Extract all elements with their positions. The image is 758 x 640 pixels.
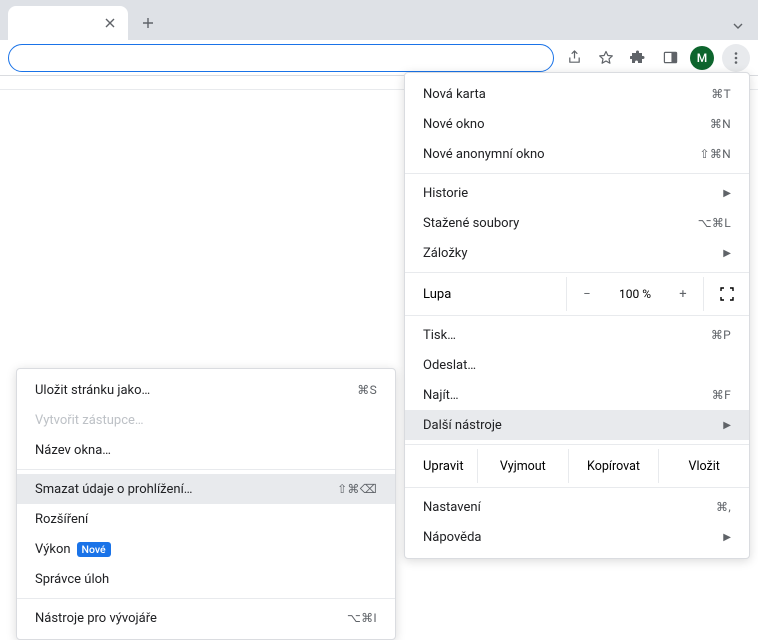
edit-label: Upravit [405, 449, 477, 483]
menu-zoom: Lupa − 100 % + [405, 277, 749, 311]
new-badge: Nové [77, 542, 111, 557]
submenu-name-window[interactable]: Název okna… [17, 435, 395, 465]
tab-dropdown-icon[interactable] [732, 20, 744, 32]
sidepanel-icon[interactable] [658, 46, 682, 70]
menu-separator [405, 173, 749, 174]
share-icon[interactable] [562, 46, 586, 70]
menu-separator [405, 272, 749, 273]
submenu-developer-tools[interactable]: Nástroje pro vývojáře ⌥⌘I [17, 603, 395, 633]
submenu-clear-browsing-data[interactable]: Smazat údaje o prohlížení… ⇧⌘⌫ [17, 474, 395, 504]
submenu-create-shortcut: Vytvořit zástupce… [17, 405, 395, 435]
fullscreen-button[interactable] [703, 277, 749, 311]
main-menu: Nová karta ⌘T Nové okno ⌘N Nové anonymní… [404, 72, 750, 559]
more-tools-submenu: Uložit stránku jako… ⌘S Vytvořit zástupc… [16, 368, 396, 640]
submenu-task-manager[interactable]: Správce úloh [17, 564, 395, 594]
zoom-out-button[interactable]: − [567, 277, 607, 311]
menu-separator [17, 598, 395, 599]
zoom-value: 100 % [607, 287, 663, 301]
submenu-performance[interactable]: VýkonNové [17, 534, 395, 564]
bookmark-star-icon[interactable] [594, 46, 618, 70]
menu-separator [405, 444, 749, 445]
menu-downloads[interactable]: Stažené soubory ⌥⌘L [405, 208, 749, 238]
menu-separator [405, 487, 749, 488]
avatar-initial: M [697, 51, 708, 65]
menu-separator [17, 469, 395, 470]
menu-print[interactable]: Tisk… ⌘P [405, 320, 749, 350]
copy-button[interactable]: Kopírovat [568, 449, 659, 483]
menu-history[interactable]: Historie ▶ [405, 178, 749, 208]
menu-separator [405, 315, 749, 316]
close-tab-icon[interactable] [102, 15, 118, 31]
browser-tab[interactable] [8, 6, 128, 40]
menu-bookmarks[interactable]: Záložky ▶ [405, 238, 749, 268]
tab-strip [0, 0, 758, 40]
menu-settings[interactable]: Nastavení ⌘, [405, 492, 749, 522]
menu-incognito[interactable]: Nové anonymní okno ⇧⌘N [405, 139, 749, 169]
paste-button[interactable]: Vložit [658, 449, 749, 483]
menu-edit-row: Upravit Vyjmout Kopírovat Vložit [405, 449, 749, 483]
extensions-puzzle-icon[interactable] [626, 46, 650, 70]
profile-avatar[interactable]: M [690, 46, 714, 70]
main-menu-button[interactable] [722, 44, 750, 72]
chevron-right-icon: ▶ [723, 188, 731, 199]
submenu-extensions[interactable]: Rozšíření [17, 504, 395, 534]
menu-cast[interactable]: Odeslat… [405, 350, 749, 380]
toolbar: M [0, 40, 758, 76]
zoom-in-button[interactable]: + [663, 277, 703, 311]
menu-help[interactable]: Nápověda ▶ [405, 522, 749, 552]
menu-new-tab[interactable]: Nová karta ⌘T [405, 79, 749, 109]
cut-button[interactable]: Vyjmout [477, 449, 568, 483]
menu-more-tools[interactable]: Další nástroje ▶ [405, 410, 749, 440]
chevron-right-icon: ▶ [723, 420, 731, 431]
chevron-right-icon: ▶ [723, 532, 731, 543]
new-tab-button[interactable] [134, 9, 162, 37]
submenu-save-as[interactable]: Uložit stránku jako… ⌘S [17, 375, 395, 405]
address-bar[interactable] [8, 44, 554, 72]
menu-new-window[interactable]: Nové okno ⌘N [405, 109, 749, 139]
menu-find[interactable]: Najít… ⌘F [405, 380, 749, 410]
chevron-right-icon: ▶ [723, 248, 731, 259]
